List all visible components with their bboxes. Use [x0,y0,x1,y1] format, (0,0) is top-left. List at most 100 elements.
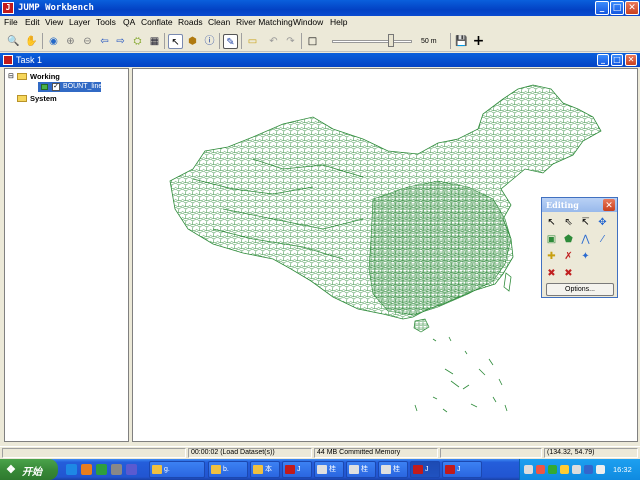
menu-river-matching[interactable]: River Matching [236,17,293,27]
task-close-button[interactable]: ✕ [625,54,637,66]
editing-toolbox: Editing ✕ ↖ ⇖ ↸ ✥ ▣ ⬟ ⋀ ⁄ ✚ ✗ ✦ ✖ ✖ Opti… [541,197,618,298]
fence-box-icon[interactable]: ⬢ [185,34,200,49]
close-button[interactable]: ✕ [625,1,639,15]
quicklaunch-app-icon[interactable] [81,464,92,475]
taskbar-window-button[interactable]: J [282,461,312,478]
eastern-provinces [368,180,512,316]
task-window-title: Task 1 [16,55,43,65]
zoom-to-selected-icon[interactable]: ⛭ [130,34,145,49]
task-maximize-button[interactable]: □ [611,54,623,66]
menu-conflate[interactable]: Conflate [141,17,173,27]
zoom-out-icon[interactable]: ⊖ [80,34,95,49]
menu-help[interactable]: Help [330,17,347,27]
taskbar-window-button[interactable]: 桂 [314,461,344,478]
add-point-icon[interactable]: + [471,34,486,49]
menu-layer[interactable]: Layer [69,17,90,27]
draw-polygon-icon[interactable]: ⬟ [562,233,575,246]
quicklaunch-app-icon[interactable] [126,464,137,475]
select-features-icon[interactable]: ↖ [545,216,558,229]
menu-clean[interactable]: Clean [208,17,230,27]
editing-close-button[interactable]: ✕ [603,199,615,211]
tray-volume-icon[interactable] [596,465,605,474]
taskbar-window-button[interactable]: 桂 [346,461,376,478]
quicklaunch-app-icon[interactable] [111,464,122,475]
redo-icon[interactable]: ↷ [283,34,298,49]
scale-box-icon[interactable]: □ [305,34,320,49]
edit-toggle-icon[interactable]: ✎ [223,34,238,49]
hainan-island [413,318,430,333]
taskbar-window-button[interactable]: b. [208,461,248,478]
tray-app-icon[interactable] [536,465,545,474]
toolbar-separator [301,33,302,49]
tree-category-working[interactable]: Working [30,72,60,81]
taskbar-clock[interactable]: 16:32 [613,465,632,474]
save-icon[interactable]: 💾 [454,34,469,49]
draw-linestring-icon[interactable]: ⋀ [579,233,592,246]
zoom-previous-icon[interactable]: ⇦ [97,34,112,49]
task-minimize-button[interactable]: _ [597,54,609,66]
menu-file[interactable]: File [4,17,18,27]
app-title-bar[interactable]: J JUMP Workbench _ □ ✕ [0,0,640,16]
tray-app-icon[interactable] [524,465,533,474]
delete-vertex-icon[interactable]: ✗ [562,250,575,263]
scale-label: 50 m [421,38,437,45]
menu-roads[interactable]: Roads [178,17,203,27]
maximize-button[interactable]: □ [610,1,624,15]
menu-tools[interactable]: Tools [96,17,116,27]
taskbar-window-button[interactable]: g. [149,461,205,478]
taskbar-window-label: J [297,466,301,473]
toolbar-separator [164,33,165,49]
taskbar-window-button-active[interactable]: J [410,461,440,478]
menu-qa[interactable]: QA [123,17,135,27]
status-time: 00:00:02 (Load Dataset(s)) [188,448,312,458]
quicklaunch-app-icon[interactable] [96,464,107,475]
task-window-title-bar[interactable]: Task 1 _ □ ✕ [0,53,640,67]
zoom-to-fence-icon[interactable]: ▦ [147,34,162,49]
tray-app-icon[interactable] [560,465,569,474]
select-parts-icon[interactable]: ⇖ [562,216,575,229]
quicklaunch-ie-icon[interactable] [66,464,77,475]
zoom-to-full-extent-icon[interactable]: ◉ [46,34,61,49]
draw-point-icon[interactable]: ⁄ [596,233,609,246]
tray-app-icon[interactable] [548,465,557,474]
tree-category-system[interactable]: System [30,94,57,103]
move-vertex-icon[interactable]: ✚ [545,250,558,263]
app-logo-icon[interactable]: J [2,2,14,14]
zoom-in-icon[interactable]: ⊕ [63,34,78,49]
measure-icon[interactable]: ▭ [245,34,260,49]
folder-icon [17,95,27,102]
snap-vertex-icon[interactable]: ✦ [579,250,592,263]
folder-icon [17,73,27,80]
merge-icon[interactable]: ✖ [562,267,575,280]
tray-app-icon[interactable] [572,465,581,474]
draw-rectangle-icon[interactable]: ▣ [545,233,558,246]
select-line-strings-icon[interactable]: ↸ [579,216,592,229]
tray-network-icon[interactable] [584,465,593,474]
info-icon[interactable]: ⓘ [202,34,217,49]
pan-hand-icon[interactable]: ✋ [24,34,39,49]
taskbar-window-button[interactable]: J [442,461,482,478]
zoom-next-icon[interactable]: ⇨ [113,34,128,49]
expand-toggle-icon[interactable]: ⊟ [8,72,14,80]
taskbar-window-label: 桂 [393,466,400,473]
taskbar-window-button[interactable]: 桂 [378,461,408,478]
editing-options-button[interactable]: Options... [546,283,614,296]
move-selected-icon[interactable]: ✥ [596,216,609,229]
menu-edit[interactable]: Edit [25,17,40,27]
split-icon[interactable]: ✖ [545,267,558,280]
main-toolbar: 🔍 ✋ ◉ ⊕ ⊖ ⇦ ⇨ ⛭ ▦ ↖ ⬢ ⓘ ✎ ▭ ↶ ↷ □ 💾 + [0,30,640,52]
task-window-icon [3,55,13,65]
minimize-button[interactable]: _ [595,1,609,15]
select-arrow-icon[interactable]: ↖ [168,34,183,49]
menu-view[interactable]: View [45,17,63,27]
layer-visibility-checkbox[interactable]: ✓ [52,83,60,91]
undo-icon[interactable]: ↶ [266,34,281,49]
start-label: 开始 [22,467,42,478]
zoom-icon[interactable]: 🔍 [6,34,21,49]
taskbar-window-button[interactable]: 本 [250,461,280,478]
menu-window[interactable]: Window [293,17,323,27]
start-button[interactable]: ❖ 开始 [0,459,58,480]
scale-slider-track[interactable] [332,40,412,43]
window-icon [317,465,327,474]
scale-slider-thumb[interactable] [387,34,394,47]
